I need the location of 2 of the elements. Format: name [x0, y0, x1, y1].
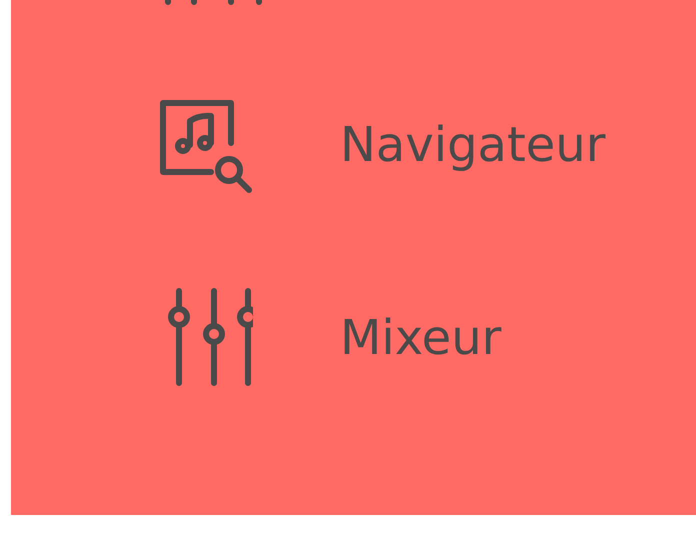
menu-item[interactable]: Mixeur	[340, 310, 502, 366]
menu-item[interactable]: Navigateur	[340, 116, 606, 172]
